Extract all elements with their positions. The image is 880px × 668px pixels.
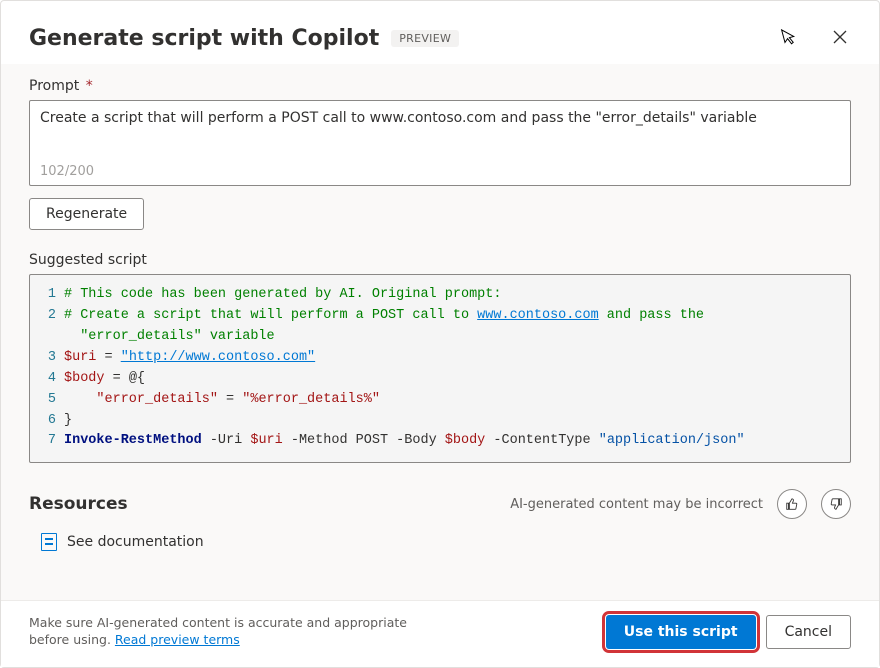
line-number: 4 — [36, 369, 56, 390]
line-number: 7 — [36, 431, 56, 452]
code-line: 6} — [36, 411, 840, 432]
thumbs-up-button[interactable] — [777, 489, 807, 519]
panel-header: Generate script with Copilot PREVIEW — [1, 1, 879, 64]
documentation-link-text: See documentation — [67, 534, 204, 550]
panel-footer: Make sure AI-generated content is accura… — [1, 600, 879, 667]
suggested-script-label: Suggested script — [29, 252, 851, 268]
preview-terms-link[interactable]: Read preview terms — [115, 632, 240, 647]
regenerate-button[interactable]: Regenerate — [29, 198, 144, 230]
code-content: "error_details" variable — [64, 327, 275, 348]
code-line: 3 $uri = "http://www.contoso.com" — [36, 348, 840, 369]
code-content: $body = @{ — [64, 369, 145, 390]
code-content: # This code has been generated by AI. Or… — [64, 285, 501, 306]
code-content: "error_details" = "%error_details%" — [64, 390, 380, 411]
required-marker: * — [86, 78, 93, 94]
code-content: # Create a script that will perform a PO… — [64, 306, 712, 327]
cancel-button[interactable]: Cancel — [766, 615, 851, 649]
line-number: 2 — [36, 306, 56, 327]
code-line: 2 # Create a script that will perform a P… — [36, 306, 840, 327]
code-line: 7 Invoke-RestMethod -Uri $uri -Method POS… — [36, 431, 840, 452]
code-line: 1 # This code has been generated by AI. O… — [36, 285, 840, 306]
resources-row: Resources AI-generated content may be in… — [29, 489, 851, 519]
ai-disclaimer: AI-generated content may be incorrect — [510, 497, 763, 512]
prompt-label-text: Prompt — [29, 78, 79, 94]
code-content: Invoke-RestMethod -Uri $uri -Method POST… — [64, 431, 745, 452]
footer-disclaimer: Make sure AI-generated content is accura… — [29, 615, 449, 649]
close-icon[interactable] — [829, 25, 851, 52]
line-number — [36, 327, 56, 348]
document-icon — [41, 533, 57, 551]
code-line: "error_details" variable — [36, 327, 840, 348]
documentation-link[interactable]: See documentation — [29, 533, 851, 551]
footer-actions: Use this script Cancel — [606, 615, 851, 649]
char-count: 102/200 — [40, 164, 840, 179]
panel-title: Generate script with Copilot — [29, 26, 379, 51]
preview-badge: PREVIEW — [391, 30, 459, 47]
prompt-input-container[interactable]: Create a script that will perform a POST… — [29, 100, 851, 186]
line-number: 1 — [36, 285, 56, 306]
resources-title: Resources — [29, 494, 128, 514]
suggested-script-code[interactable]: 1 # This code has been generated by AI. O… — [29, 274, 851, 463]
thumbs-down-button[interactable] — [821, 489, 851, 519]
panel-body: Prompt * Create a script that will perfo… — [1, 64, 879, 600]
code-content: $uri = "http://www.contoso.com" — [64, 348, 315, 369]
code-content: } — [64, 411, 72, 432]
code-line: 4 $body = @{ — [36, 369, 840, 390]
line-number: 6 — [36, 411, 56, 432]
line-number: 3 — [36, 348, 56, 369]
code-line: 5 "error_details" = "%error_details%" — [36, 390, 840, 411]
line-number: 5 — [36, 390, 56, 411]
copilot-script-panel: Generate script with Copilot PREVIEW Pro… — [0, 0, 880, 668]
use-this-script-button[interactable]: Use this script — [606, 615, 756, 649]
prompt-label: Prompt * — [29, 78, 851, 94]
prompt-input[interactable]: Create a script that will perform a POST… — [40, 109, 840, 152]
